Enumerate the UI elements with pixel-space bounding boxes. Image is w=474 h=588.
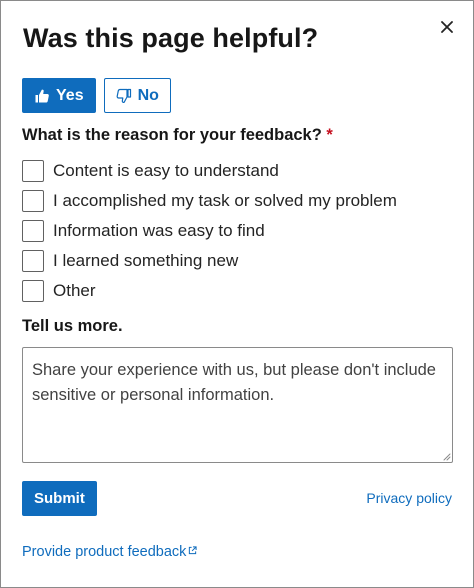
yes-label: Yes: [56, 86, 84, 104]
option-accomplished-task[interactable]: I accomplished my task or solved my prob…: [22, 186, 397, 216]
option-easy-to-understand[interactable]: Content is easy to understand: [22, 156, 397, 186]
feedback-textarea[interactable]: [22, 347, 453, 463]
external-link-icon: [189, 546, 198, 555]
feedback-options: Content is easy to understand I accompli…: [22, 156, 397, 306]
dialog-title: Was this page helpful?: [23, 23, 319, 53]
question-text: What is the reason for your feedback?: [22, 126, 322, 144]
no-label: No: [137, 86, 159, 104]
option-learned-something-new[interactable]: I learned something new: [22, 246, 397, 276]
feedback-dialog: Was this page helpful? Yes No What is th…: [0, 0, 474, 588]
option-label: Information was easy to find: [53, 221, 265, 240]
close-icon: [441, 21, 453, 33]
checkbox[interactable]: [22, 250, 44, 272]
no-button[interactable]: No: [103, 78, 171, 113]
submit-button[interactable]: Submit: [22, 481, 97, 516]
option-label: Other: [53, 281, 96, 300]
checkbox[interactable]: [22, 220, 44, 242]
option-other[interactable]: Other: [22, 276, 397, 306]
privacy-policy-link[interactable]: Privacy policy: [366, 490, 452, 506]
product-feedback-label: Provide product feedback: [22, 544, 187, 560]
required-marker: *: [326, 126, 333, 144]
product-feedback-link[interactable]: Provide product feedback: [22, 544, 198, 560]
feedback-question: What is the reason for your feedback? *: [22, 126, 333, 145]
close-button[interactable]: [437, 17, 457, 37]
checkbox[interactable]: [22, 280, 44, 302]
option-label: I accomplished my task or solved my prob…: [53, 191, 397, 210]
thumbs-up-icon: [35, 89, 49, 102]
option-label: I learned something new: [53, 251, 239, 270]
resize-handle-icon[interactable]: [441, 451, 451, 461]
tell-us-more-heading: Tell us more.: [22, 317, 123, 335]
option-easy-to-find[interactable]: Information was easy to find: [22, 216, 397, 246]
option-label: Content is easy to understand: [53, 161, 279, 180]
rating-buttons: Yes No: [22, 78, 171, 113]
thumbs-down-icon: [116, 88, 131, 103]
checkbox[interactable]: [22, 160, 44, 182]
yes-button[interactable]: Yes: [22, 78, 96, 113]
checkbox[interactable]: [22, 190, 44, 212]
